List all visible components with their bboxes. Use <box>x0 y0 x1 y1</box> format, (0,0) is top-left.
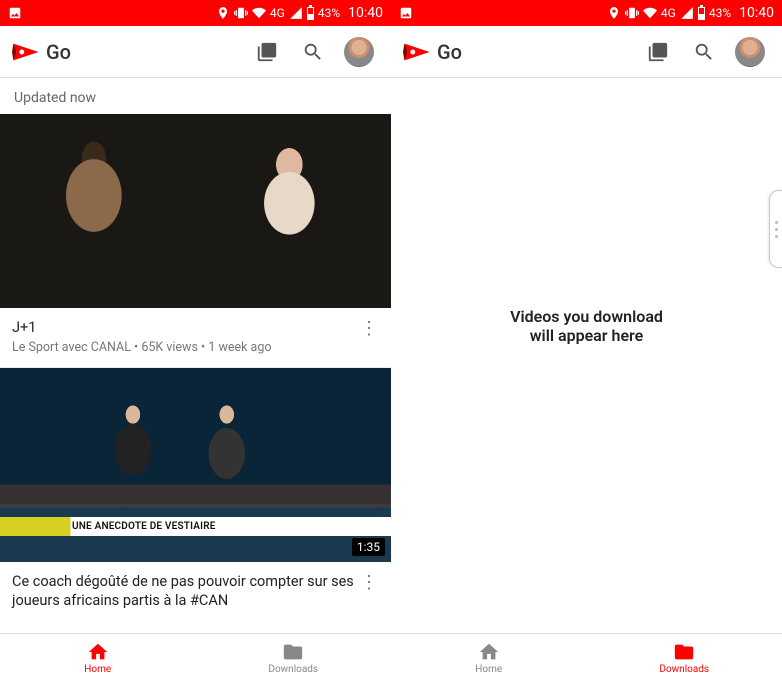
battery-text: 43% <box>318 6 340 20</box>
location-icon <box>607 6 621 21</box>
nav-label: Downloads <box>268 664 318 675</box>
bottom-nav: Home Downloads <box>0 633 391 681</box>
network-label: 4G <box>270 6 285 20</box>
library-icon[interactable] <box>247 32 287 72</box>
home-icon <box>478 641 500 663</box>
signal-icon <box>680 6 694 21</box>
app-bar: Go <box>391 26 782 78</box>
picture-icon <box>8 6 22 21</box>
video-card[interactable]: J+1 5:30 J+1 Le Sport avec CANAL • 65K v… <box>0 114 391 368</box>
search-icon[interactable] <box>293 32 333 72</box>
wifi-icon <box>643 6 657 21</box>
empty-state: Videos you download will appear here <box>391 78 782 633</box>
picture-icon <box>399 6 413 21</box>
location-icon <box>216 6 230 21</box>
nav-label: Home <box>84 664 111 675</box>
vibrate-icon <box>234 6 248 21</box>
nav-label: Downloads <box>659 664 709 675</box>
side-drawer-handle[interactable] <box>769 190 782 268</box>
clock-text: 10:40 <box>348 5 383 21</box>
signal-icon <box>289 6 303 21</box>
empty-line1: Videos you download <box>510 307 663 326</box>
empty-line2: will appear here <box>530 326 644 345</box>
search-icon[interactable] <box>684 32 724 72</box>
nav-downloads[interactable]: Downloads <box>587 634 782 681</box>
video-title: J+1 <box>12 318 357 338</box>
account-avatar[interactable] <box>339 32 379 72</box>
video-watermark: J+1 <box>353 122 382 139</box>
phone-right: 4G 43% 10:40 Go Videos you download will… <box>391 0 782 681</box>
home-feed: Updated now J+1 5:30 J+1 Le Sport avec C… <box>0 78 391 633</box>
more-options-icon[interactable]: ⋮ <box>357 572 381 613</box>
youtube-go-logo-icon <box>403 42 431 62</box>
youtube-go-logo-icon <box>12 42 40 62</box>
nav-label: Home <box>475 664 502 675</box>
wifi-icon <box>252 6 266 21</box>
status-bar: 4G 43% 10:40 <box>0 0 391 26</box>
video-thumbnail[interactable]: J+1 5:30 <box>0 114 391 308</box>
video-title: Ce coach dégoûté de ne pas pouvoir compt… <box>12 572 357 611</box>
battery-icon <box>307 7 314 20</box>
video-banner: UNE ANECDOTE DE VESTIAIRE <box>0 517 391 536</box>
video-duration: 1:35 <box>352 538 385 556</box>
bottom-nav: Home Downloads <box>391 633 782 681</box>
video-duration: 5:30 <box>352 284 385 302</box>
phone-left: 4G 43% 10:40 Go Updated now J+1 5:30 J+1… <box>0 0 391 681</box>
video-thumbnail[interactable]: UNE ANECDOTE DE VESTIAIRE 1:35 <box>0 368 391 562</box>
battery-icon <box>698 7 705 20</box>
app-title: Go <box>437 40 462 64</box>
home-icon <box>87 641 109 663</box>
nav-home[interactable]: Home <box>0 634 196 681</box>
network-label: 4G <box>661 6 676 20</box>
clock-text: 10:40 <box>739 5 774 21</box>
account-avatar[interactable] <box>730 32 770 72</box>
vibrate-icon <box>625 6 639 21</box>
app-title: Go <box>46 40 71 64</box>
nav-home[interactable]: Home <box>391 634 587 681</box>
library-icon[interactable] <box>638 32 678 72</box>
updated-label: Updated now <box>0 78 391 114</box>
app-bar: Go <box>0 26 391 78</box>
folder-icon <box>673 641 695 663</box>
more-options-icon[interactable]: ⋮ <box>357 318 381 355</box>
nav-downloads[interactable]: Downloads <box>196 634 392 681</box>
video-subtitle: Le Sport avec CANAL • 65K views • 1 week… <box>12 340 357 355</box>
status-bar: 4G 43% 10:40 <box>391 0 782 26</box>
downloads-screen: Videos you download will appear here <box>391 78 782 633</box>
video-card[interactable]: UNE ANECDOTE DE VESTIAIRE 1:35 Ce coach … <box>0 368 391 625</box>
folder-icon <box>282 641 304 663</box>
battery-text: 43% <box>709 6 731 20</box>
